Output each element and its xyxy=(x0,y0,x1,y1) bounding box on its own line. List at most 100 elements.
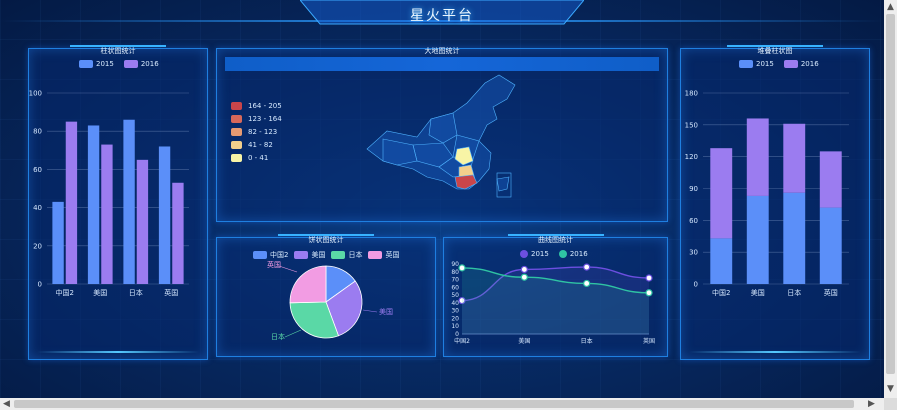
pie-label: 日本 xyxy=(271,332,285,341)
map-region-high[interactable] xyxy=(454,174,478,190)
title-bar: 星火平台 xyxy=(300,0,584,28)
line-chart-panel: 曲线图统计 2015 2016 0 10 20 30 40 50 60 70 80 90 中国2 美国… xyxy=(443,234,668,357)
legend-label: 中国2 xyxy=(270,251,289,259)
x-tick-label: 日本 xyxy=(581,337,593,345)
horizontal-scroll-thumb[interactable] xyxy=(14,400,854,408)
y-tick-label: 0 xyxy=(694,281,698,289)
x-tick-label: 美国 xyxy=(93,288,107,297)
bar-segment xyxy=(819,207,842,284)
vertical-scroll-thumb[interactable] xyxy=(886,14,895,374)
bar-segment xyxy=(746,118,769,196)
page-title: 星火平台 xyxy=(410,8,474,24)
legend-item[interactable]: 2016 xyxy=(558,250,588,258)
y-tick-label: 60 xyxy=(33,166,42,174)
y-tick-label: 120 xyxy=(685,153,698,161)
y-tick-label: 70 xyxy=(451,277,459,284)
legend-swatch xyxy=(783,60,798,68)
legend-label: 2016 xyxy=(569,250,588,258)
bar xyxy=(87,125,100,284)
legend-label: 2015 xyxy=(756,60,774,68)
pie-label: 英国 xyxy=(267,260,281,269)
scroll-left-icon[interactable]: ◀ xyxy=(3,399,10,409)
bar-segment xyxy=(819,151,842,208)
x-tick-label: 美国 xyxy=(751,288,765,297)
y-tick-label: 40 xyxy=(33,204,42,212)
x-tick-label: 英国 xyxy=(643,337,655,345)
legend-item[interactable]: 英国 xyxy=(368,250,399,260)
bar-segment xyxy=(710,148,733,239)
vertical-scrollbar[interactable]: ▲ ▼ xyxy=(884,0,897,398)
legend-swatch xyxy=(253,251,267,259)
x-tick-label: 中国2 xyxy=(712,288,730,297)
legend-item[interactable]: 中国2 xyxy=(253,250,288,260)
legend-swatch xyxy=(123,60,138,68)
bar-chart-panel: 柱状图统计 2015 2016 0 20 40 60 80 100 中国2 美国 日本 英国 xyxy=(28,45,208,360)
y-tick-label: 40 xyxy=(451,300,459,307)
pie-chart: 英国美国日本 xyxy=(267,260,393,341)
legend-item[interactable]: 2015 xyxy=(520,250,549,258)
pie-label-line xyxy=(284,329,302,338)
bar-segment xyxy=(746,195,769,284)
panel-title: 堆叠柱状图 xyxy=(757,47,793,55)
bar xyxy=(172,182,184,284)
legend-item[interactable]: 2016 xyxy=(123,60,159,68)
y-tick-label: 90 xyxy=(689,185,698,193)
bar xyxy=(65,121,78,285)
dashboard-background: 星火平台 柱状图统计 2015 2016 0 20 40 60 80 100 中国2 美国 日本… xyxy=(0,0,884,398)
legend-label: 英国 xyxy=(385,251,400,259)
legend-label: 2015 xyxy=(96,60,114,68)
legend-swatch xyxy=(558,250,567,258)
bar xyxy=(136,159,149,284)
bar-segment xyxy=(783,192,806,284)
y-tick-label: 20 xyxy=(33,242,42,250)
scroll-right-icon[interactable]: ▶ xyxy=(868,399,875,409)
y-tick-label: 10 xyxy=(451,323,459,330)
bar-chart: 0 20 40 60 80 100 中国2 美国 日本 英国 xyxy=(29,90,189,297)
line-point xyxy=(645,274,653,282)
y-tick-label: 150 xyxy=(685,121,698,129)
bar xyxy=(158,146,171,284)
legend-item[interactable]: 美国 xyxy=(294,250,325,260)
panel-glow xyxy=(37,351,199,353)
legend-item[interactable]: 2015 xyxy=(79,60,114,68)
china-map[interactable] xyxy=(217,49,667,221)
legend-swatch xyxy=(368,251,383,259)
y-tick-label: 0 xyxy=(38,281,42,289)
line-point xyxy=(520,265,528,274)
legend-item[interactable]: 2015 xyxy=(739,60,774,68)
panel-title: 饼状图统计 xyxy=(308,236,344,244)
bar xyxy=(52,201,64,284)
y-tick-label: 60 xyxy=(689,217,698,225)
legend-label: 日本 xyxy=(348,251,363,259)
legend-label: 2015 xyxy=(531,250,549,258)
legend-swatch xyxy=(331,251,346,259)
line-point xyxy=(458,264,466,272)
legend-label: 2016 xyxy=(800,60,819,68)
bar-segment xyxy=(710,238,733,284)
horizontal-scrollbar[interactable]: ◀ ▶ xyxy=(0,398,884,410)
y-tick-label: 60 xyxy=(451,284,459,291)
scroll-down-icon[interactable]: ▼ xyxy=(887,384,894,394)
x-tick-label: 日本 xyxy=(129,288,143,297)
x-tick-label: 美国 xyxy=(518,337,530,345)
y-tick-label: 20 xyxy=(451,315,459,322)
legend-item[interactable]: 2016 xyxy=(783,60,819,68)
y-tick-label: 30 xyxy=(451,308,459,315)
line-point xyxy=(583,279,591,288)
bar-legend: 2015 2016 xyxy=(79,60,159,68)
y-tick-label: 50 xyxy=(451,292,459,299)
x-tick-label: 英国 xyxy=(164,288,178,297)
line-legend: 2015 2016 xyxy=(520,250,588,258)
panel-title: 柱状图统计 xyxy=(100,47,136,55)
stacked-bar-chart: 0 30 60 90 120 150 180 中国2 美国 日本 英国 xyxy=(685,90,849,297)
pie-legend: 中国2 美国 日本 英国 xyxy=(253,250,399,260)
scrollbar-corner xyxy=(884,398,897,410)
panel-glow xyxy=(689,351,861,353)
y-tick-label: 30 xyxy=(689,249,698,257)
x-tick-label: 中国2 xyxy=(56,288,74,297)
line-point xyxy=(645,289,653,297)
legend-item[interactable]: 日本 xyxy=(331,250,362,260)
line-point xyxy=(520,273,528,281)
y-tick-label: 80 xyxy=(451,269,459,276)
scroll-up-icon[interactable]: ▲ xyxy=(887,2,894,12)
